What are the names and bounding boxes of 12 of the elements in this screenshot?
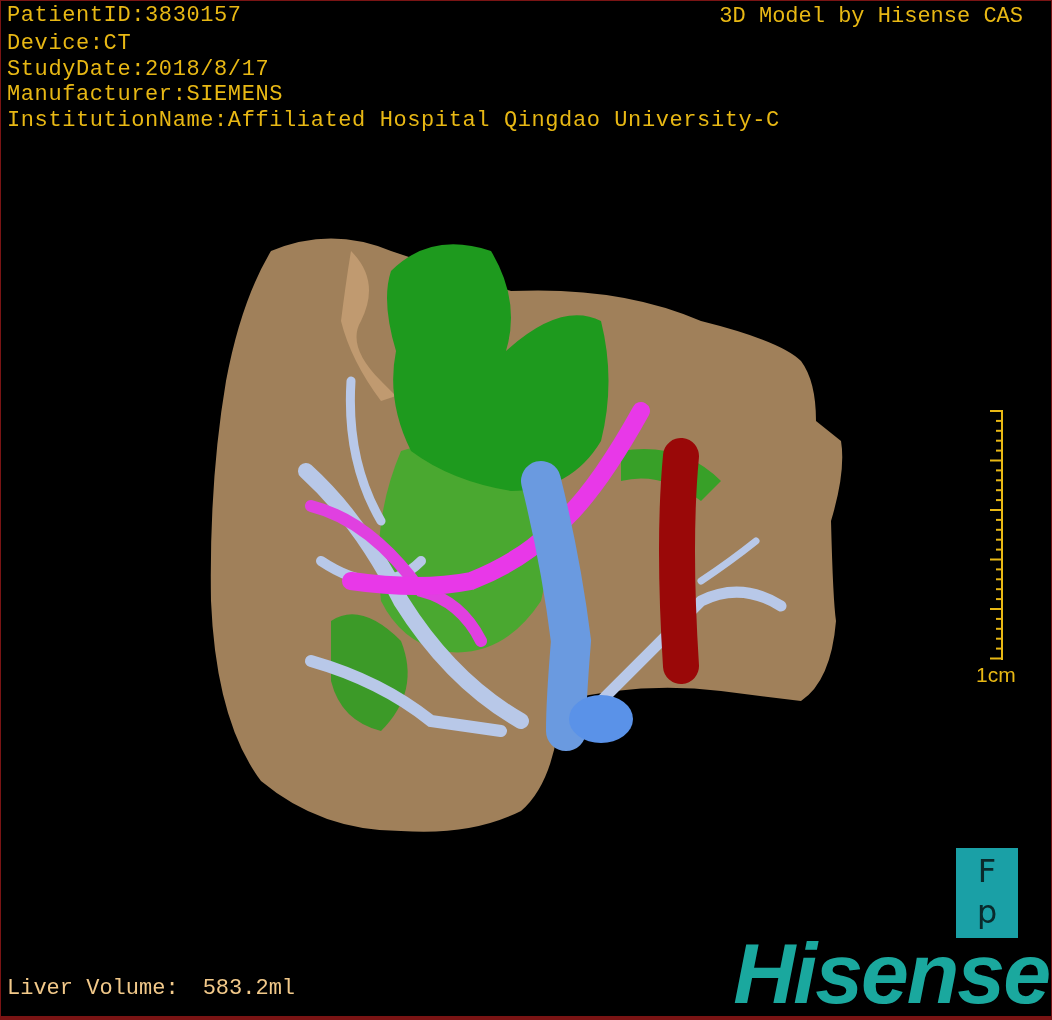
study-info-text: Device:CT xyxy=(7,31,132,57)
orientation-marker[interactable]: F d xyxy=(956,848,1018,938)
model-credit-text: 3D Model by Hisense CAS xyxy=(719,3,1023,31)
study-info-text: Manufacturer:SIEMENS xyxy=(7,82,284,108)
orientation-letter: d xyxy=(976,898,998,933)
volume-value: 583.2ml xyxy=(202,976,296,1002)
study-info-text: InstitutionName:Affiliated Hospital Qingdao University-C xyxy=(7,107,780,133)
orientation-letter: F xyxy=(977,853,997,888)
volume-label: Liver Volume: xyxy=(7,976,179,1002)
study-info-text: PatientID:3830157 xyxy=(7,3,242,29)
study-info-text: StudyDate:2018/8/17 xyxy=(7,56,270,82)
scale-label: 1cm xyxy=(976,663,1016,687)
